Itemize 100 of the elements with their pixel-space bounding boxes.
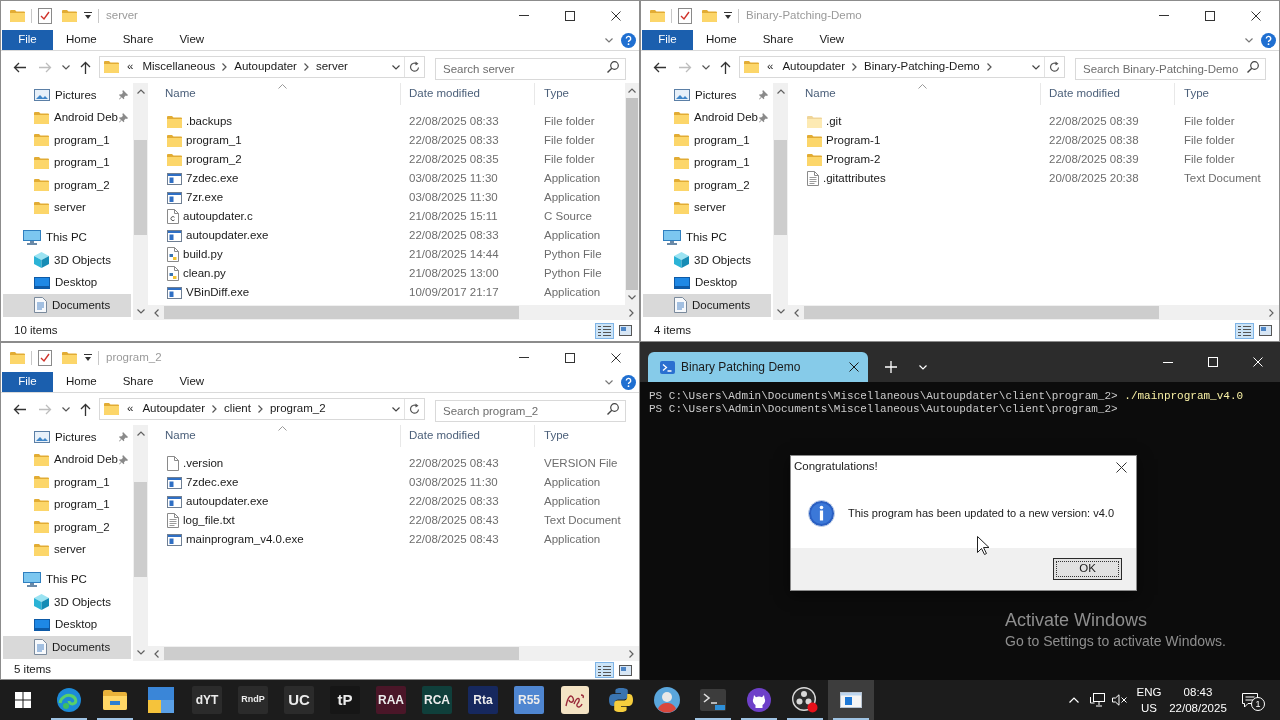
column-header[interactable]: Name xyxy=(788,83,1041,105)
nav-item[interactable]: 3D Objects xyxy=(643,249,771,272)
notifications-button[interactable]: 1 xyxy=(1230,680,1270,720)
nav-item[interactable]: program_1 xyxy=(3,129,131,152)
nav-item[interactable]: Android Deb xyxy=(3,448,131,471)
folder-button[interactable] xyxy=(650,9,665,22)
terminal-tab[interactable]: Binary Patching Demo xyxy=(648,352,868,382)
nav-item[interactable]: program_2 xyxy=(643,174,771,197)
breadcrumb-button[interactable]: Autoupdater xyxy=(137,400,211,418)
column-header[interactable]: Type xyxy=(1175,83,1279,105)
details-view-button[interactable] xyxy=(1235,322,1254,339)
file-name[interactable]: autoupdater.c xyxy=(183,207,253,226)
nav-item[interactable]: Android Deb xyxy=(3,106,131,129)
breadcrumb-overflow-button[interactable]: « xyxy=(123,58,138,76)
nav-item[interactable]: server xyxy=(643,196,771,219)
customize-button[interactable] xyxy=(84,354,92,361)
address-bar[interactable]: « Autoupdater client program_2 xyxy=(99,398,425,420)
new-folder-button[interactable] xyxy=(62,9,77,22)
scrollbar[interactable] xyxy=(148,646,639,661)
column-header[interactable]: Date modified xyxy=(1041,83,1175,105)
address-bar[interactable]: « Autoupdater Binary-Patching-Demo xyxy=(739,56,1065,78)
file-name[interactable]: 7zdec.exe xyxy=(186,169,239,188)
ribbon-tab[interactable]: View xyxy=(166,30,218,50)
nav-item[interactable]: Pictures xyxy=(3,84,131,107)
file-menu-button[interactable]: File xyxy=(2,372,53,392)
ribbon-tab[interactable]: Home xyxy=(53,372,110,392)
column-header[interactable]: Name xyxy=(148,83,401,105)
properties-button[interactable] xyxy=(38,7,52,24)
nav-item[interactable]: server xyxy=(3,538,131,561)
scrollbar-thumb[interactable] xyxy=(134,482,147,577)
file-name[interactable]: log_file.txt xyxy=(183,511,235,530)
language-button[interactable]: ENG US xyxy=(1132,680,1166,720)
column-header[interactable]: Date modified xyxy=(401,83,535,105)
details-view-button[interactable] xyxy=(595,662,614,678)
customize-button[interactable] xyxy=(84,12,92,19)
taskbar-app-button[interactable]: Rta xyxy=(468,686,498,714)
scrollbar[interactable] xyxy=(788,305,1279,320)
nav-item[interactable]: This PC xyxy=(3,226,131,249)
nav-item[interactable]: This PC xyxy=(643,226,771,249)
tiles-view-button[interactable] xyxy=(1256,322,1275,339)
file-name[interactable]: .version xyxy=(183,454,224,473)
nav-item[interactable]: Pictures xyxy=(3,426,131,449)
file-name[interactable]: 7zr.exe xyxy=(186,188,224,207)
details-view-button[interactable] xyxy=(595,322,614,339)
file-name[interactable]: program_1 xyxy=(186,131,242,150)
ribbon-tab[interactable]: Share xyxy=(749,30,807,50)
file-name[interactable]: Program-2 xyxy=(826,150,881,169)
address-bar[interactable]: « Miscellaneous Autoupdater server xyxy=(99,56,425,78)
folder-button[interactable] xyxy=(10,351,25,364)
breadcrumb-overflow-button[interactable]: « xyxy=(123,400,138,418)
file-name[interactable]: Program-1 xyxy=(826,131,881,150)
nav-item[interactable]: program_1 xyxy=(3,471,131,494)
file-name[interactable]: clean.py xyxy=(183,264,226,283)
column-header[interactable]: Date modified xyxy=(401,425,535,447)
file-name[interactable]: .gitattributes xyxy=(823,169,886,188)
nav-item[interactable]: Desktop xyxy=(3,271,131,294)
customize-button[interactable] xyxy=(724,12,732,19)
scrollbar-thumb[interactable] xyxy=(164,647,519,660)
new-folder-button[interactable] xyxy=(702,9,717,22)
scrollbar[interactable] xyxy=(133,425,148,661)
properties-button[interactable] xyxy=(38,349,52,366)
nav-item[interactable]: Desktop xyxy=(643,271,771,294)
nav-item[interactable]: program_1 xyxy=(3,151,131,174)
taskbar-app-button[interactable]: RCA xyxy=(422,686,452,714)
ribbon-tab[interactable]: Share xyxy=(109,30,167,50)
nav-item[interactable]: Documents xyxy=(3,294,131,317)
nav-item[interactable]: server xyxy=(3,196,131,219)
new-folder-button[interactable] xyxy=(62,351,77,364)
breadcrumb-button[interactable]: Autoupdater xyxy=(229,58,302,76)
file-name[interactable]: 7zdec.exe xyxy=(186,473,239,492)
file-menu-button[interactable]: File xyxy=(642,30,693,50)
ribbon-tab[interactable]: Home xyxy=(53,30,110,50)
column-header[interactable]: Type xyxy=(535,425,639,447)
dialog-button[interactable]: OK xyxy=(1053,558,1122,580)
nav-item[interactable]: Pictures xyxy=(643,84,771,107)
nav-item[interactable]: 3D Objects xyxy=(3,249,131,272)
scrollbar-thumb[interactable] xyxy=(804,306,1159,319)
taskbar-app-button[interactable]: RAA xyxy=(376,686,406,714)
scrollbar-thumb[interactable] xyxy=(164,306,519,319)
tiles-view-button[interactable] xyxy=(616,322,635,339)
nav-item[interactable]: Documents xyxy=(643,294,771,317)
clock-button[interactable]: 08:43 22/08/2025 xyxy=(1168,680,1228,720)
taskbar-button[interactable] xyxy=(828,680,874,720)
help-button[interactable] xyxy=(621,32,636,48)
file-name[interactable]: build.py xyxy=(183,245,223,264)
help-button[interactable] xyxy=(621,374,636,390)
taskbar-app-button[interactable]: dYT xyxy=(192,686,222,714)
nav-item[interactable]: Desktop xyxy=(3,613,131,636)
nav-item[interactable]: program_1 xyxy=(643,129,771,152)
file-name[interactable]: VBinDiff.exe xyxy=(186,283,250,302)
properties-button[interactable] xyxy=(678,7,692,24)
nav-item[interactable]: 3D Objects xyxy=(3,591,131,614)
folder-button[interactable] xyxy=(10,9,25,22)
file-name[interactable]: mainprogram_v4.0.exe xyxy=(186,530,304,549)
tiles-view-button[interactable] xyxy=(616,662,635,678)
file-name[interactable]: .git xyxy=(826,112,842,131)
nav-item[interactable]: Documents xyxy=(3,636,131,659)
nav-item[interactable]: program_2 xyxy=(3,174,131,197)
file-menu-button[interactable]: File xyxy=(2,30,53,50)
file-name[interactable]: program_2 xyxy=(186,150,242,169)
